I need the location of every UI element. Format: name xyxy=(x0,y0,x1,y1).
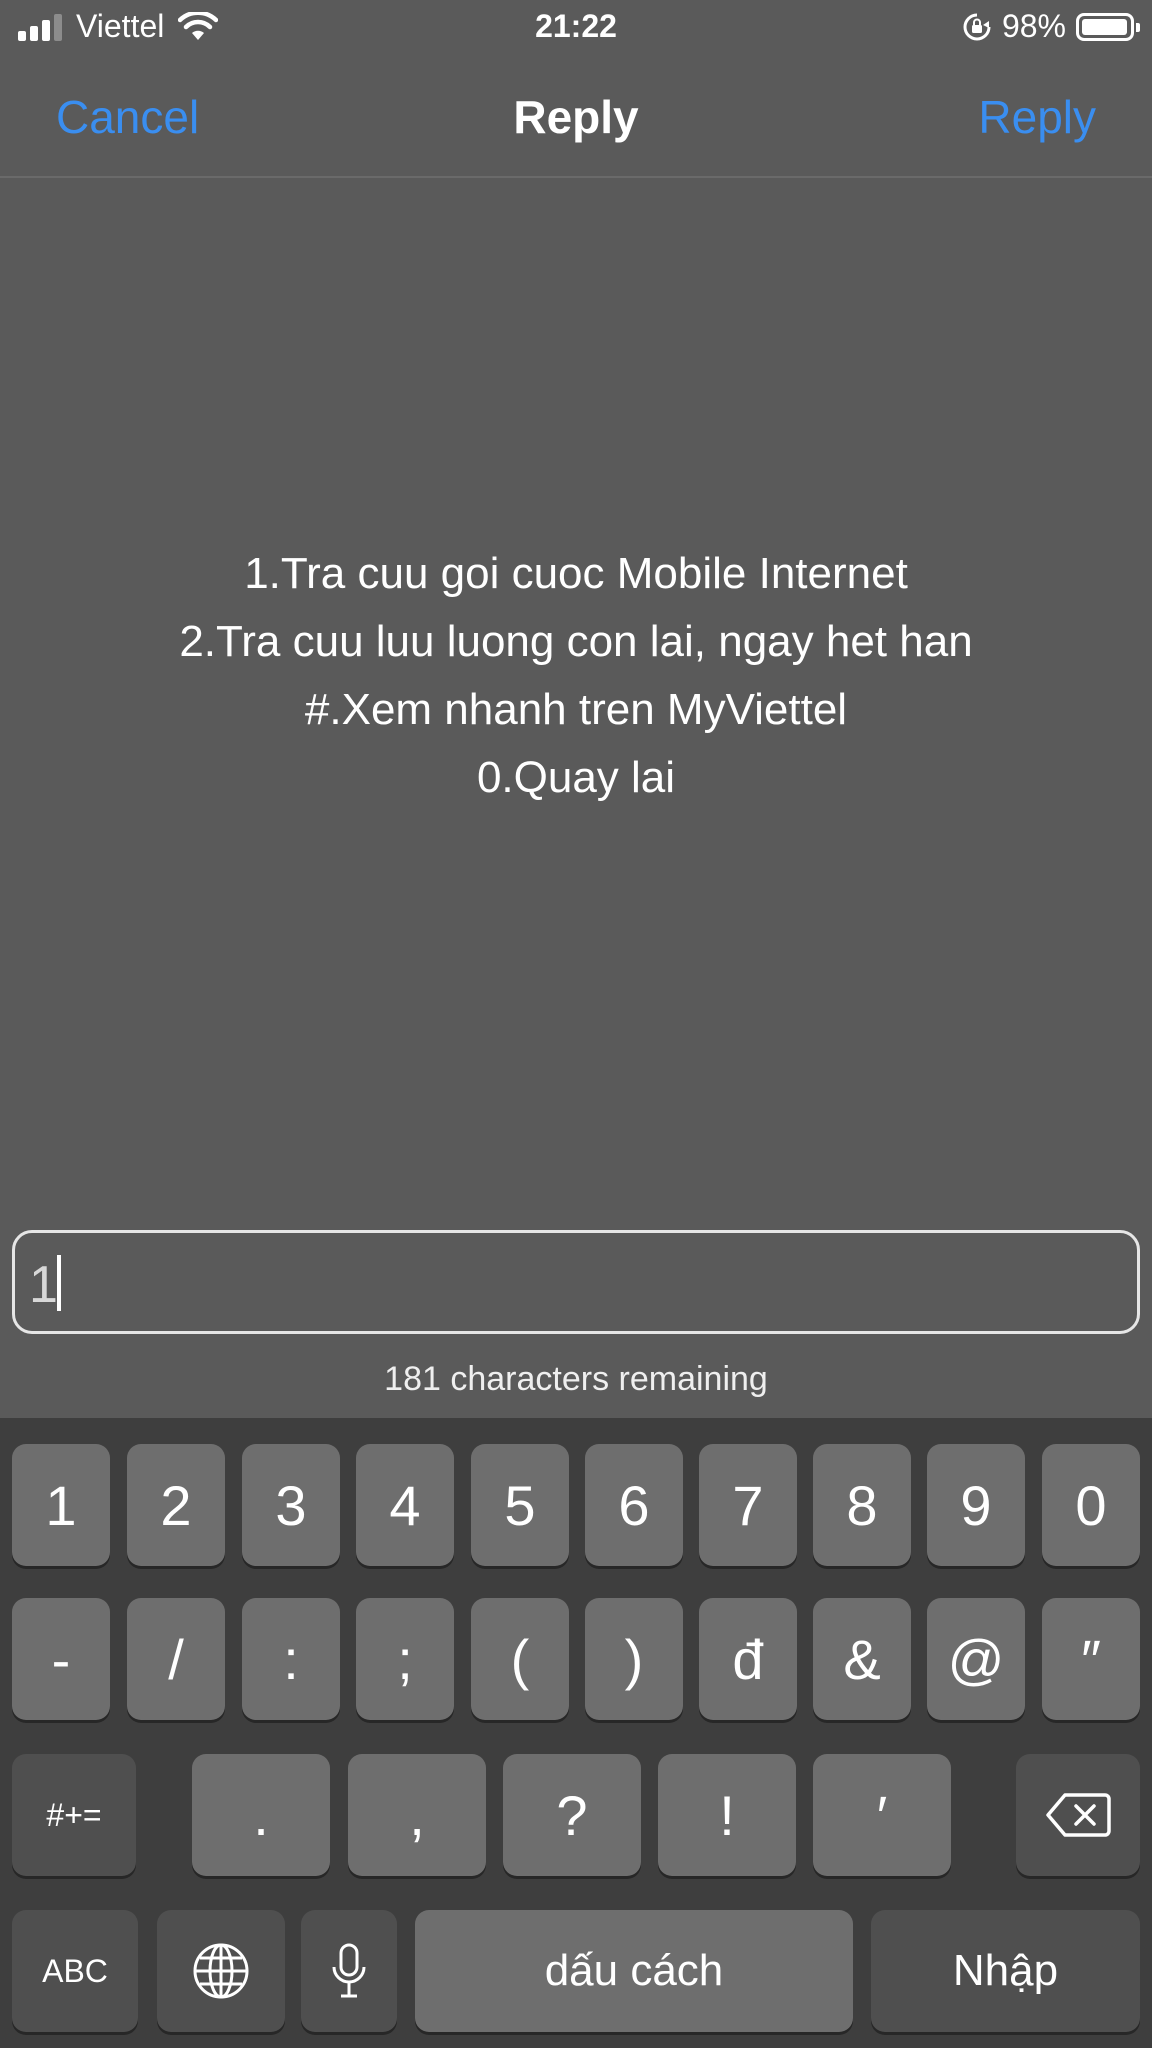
status-right: 98% xyxy=(962,8,1140,45)
space-key[interactable]: dấu cách xyxy=(415,1910,853,2032)
key-colon[interactable]: : xyxy=(242,1598,340,1720)
message-line: #.Xem nhanh tren MyViettel xyxy=(304,685,848,734)
key-at[interactable]: @ xyxy=(927,1598,1025,1720)
characters-remaining: 181 characters remaining xyxy=(384,1360,768,1398)
nav-bar: Cancel Reply Reply xyxy=(0,60,1152,178)
key-8[interactable]: 8 xyxy=(813,1444,911,1566)
globe-icon xyxy=(193,1943,249,1999)
key-double-quote[interactable]: ″ xyxy=(1042,1598,1140,1720)
key-open-paren[interactable]: ( xyxy=(471,1598,569,1720)
backspace-icon xyxy=(1046,1793,1111,1837)
key-0[interactable]: 0 xyxy=(1042,1444,1140,1566)
key-6[interactable]: 6 xyxy=(585,1444,683,1566)
key-1[interactable]: 1 xyxy=(12,1444,110,1566)
key-7[interactable]: 7 xyxy=(699,1444,797,1566)
delete-key[interactable] xyxy=(1016,1754,1140,1876)
reply-input[interactable]: 1 xyxy=(12,1230,1140,1334)
battery-fill xyxy=(1082,18,1128,35)
microphone-key[interactable] xyxy=(301,1910,397,2032)
message-line: 0.Quay lai xyxy=(476,753,676,802)
reply-button[interactable]: Reply xyxy=(978,90,1096,144)
globe-key[interactable] xyxy=(157,1910,285,2032)
status-bar: Viettel 21:22 98% xyxy=(0,0,1152,60)
key-semicolon[interactable]: ; xyxy=(356,1598,454,1720)
key-4[interactable]: 4 xyxy=(356,1444,454,1566)
rotation-lock-icon xyxy=(963,13,991,40)
message-line: 2.Tra cuu luu luong con lai, ngay het ha… xyxy=(179,617,973,666)
key-d-stroke[interactable]: đ xyxy=(699,1598,797,1720)
battery-percent: 98% xyxy=(1001,8,1066,44)
battery-tip xyxy=(1136,22,1140,32)
key-close-paren[interactable]: ) xyxy=(585,1598,683,1720)
key-apostrophe[interactable]: ′ xyxy=(813,1754,951,1876)
reply-screen: Viettel 21:22 98% Cancel Reply Reply 1.T… xyxy=(0,0,1152,2048)
key-period[interactable]: . xyxy=(192,1754,330,1876)
key-5[interactable]: 5 xyxy=(471,1444,569,1566)
key-ampersand[interactable]: & xyxy=(813,1598,911,1720)
message-line: 1.Tra cuu goi cuoc Mobile Internet xyxy=(244,549,908,598)
key-2[interactable]: 2 xyxy=(127,1444,225,1566)
battery-icon xyxy=(1076,12,1140,41)
key-hyphen[interactable]: - xyxy=(12,1598,110,1720)
key-exclamation[interactable]: ! xyxy=(658,1754,796,1876)
key-slash[interactable]: / xyxy=(127,1598,225,1720)
key-9[interactable]: 9 xyxy=(927,1444,1025,1566)
microphone-icon xyxy=(332,1943,366,1998)
key-3[interactable]: 3 xyxy=(242,1444,340,1566)
abc-key[interactable]: ABC xyxy=(12,1910,138,2032)
key-comma[interactable]: , xyxy=(348,1754,486,1876)
return-key[interactable]: Nhập xyxy=(871,1910,1140,2032)
ussd-message: 1.Tra cuu goi cuoc Mobile Internet 2.Tra… xyxy=(0,540,1152,812)
keyboard: 1 2 3 4 5 6 7 8 9 0 - / : ; ( ) đ & @ ″ … xyxy=(0,1418,1152,2048)
key-question[interactable]: ? xyxy=(503,1754,641,1876)
text-caret xyxy=(57,1255,61,1311)
reply-input-value: 1 xyxy=(29,1256,58,1314)
symbols-key[interactable]: #+= xyxy=(12,1754,136,1876)
